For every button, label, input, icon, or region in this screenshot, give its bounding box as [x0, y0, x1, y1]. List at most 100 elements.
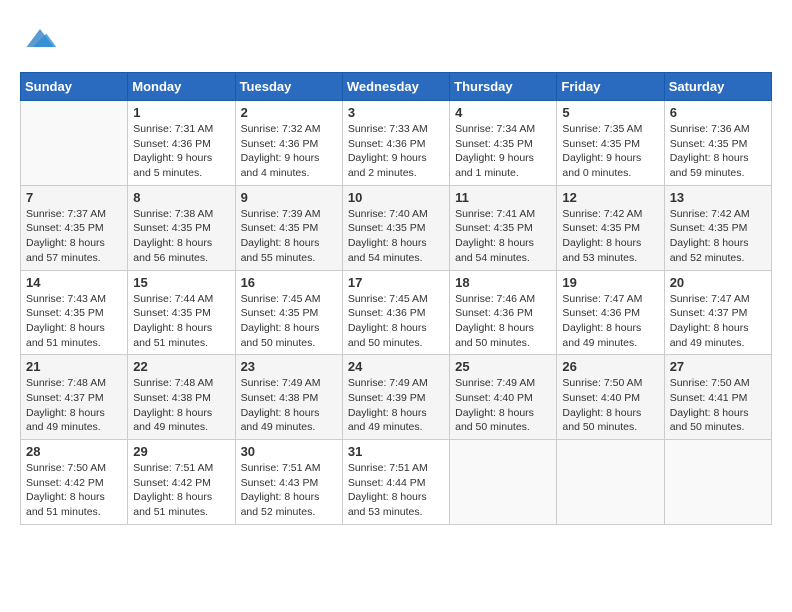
calendar-cell: 4 Sunrise: 7:34 AMSunset: 4:35 PMDaylight…	[450, 101, 557, 186]
calendar-cell: 29 Sunrise: 7:51 AMSunset: 4:42 PMDayligh…	[128, 440, 235, 525]
calendar-cell: 14 Sunrise: 7:43 AMSunset: 4:35 PMDayligh…	[21, 270, 128, 355]
cell-content: Sunrise: 7:40 AMSunset: 4:35 PMDaylight:…	[348, 207, 444, 266]
day-number: 29	[133, 444, 229, 459]
cell-content: Sunrise: 7:45 AMSunset: 4:35 PMDaylight:…	[241, 292, 337, 351]
calendar-cell: 3 Sunrise: 7:33 AMSunset: 4:36 PMDaylight…	[342, 101, 449, 186]
calendar-table: SundayMondayTuesdayWednesdayThursdayFrid…	[20, 72, 772, 525]
day-number: 20	[670, 275, 766, 290]
cell-content: Sunrise: 7:31 AMSunset: 4:36 PMDaylight:…	[133, 122, 229, 181]
cell-content: Sunrise: 7:36 AMSunset: 4:35 PMDaylight:…	[670, 122, 766, 181]
weekday-header-thursday: Thursday	[450, 73, 557, 101]
day-number: 26	[562, 359, 658, 374]
day-number: 4	[455, 105, 551, 120]
day-number: 6	[670, 105, 766, 120]
weekday-header-saturday: Saturday	[664, 73, 771, 101]
weekday-header-friday: Friday	[557, 73, 664, 101]
logo	[20, 20, 58, 56]
calendar-cell: 26 Sunrise: 7:50 AMSunset: 4:40 PMDayligh…	[557, 355, 664, 440]
day-number: 25	[455, 359, 551, 374]
cell-content: Sunrise: 7:47 AMSunset: 4:37 PMDaylight:…	[670, 292, 766, 351]
weekday-header-wednesday: Wednesday	[342, 73, 449, 101]
calendar-cell: 20 Sunrise: 7:47 AMSunset: 4:37 PMDayligh…	[664, 270, 771, 355]
weekday-header-tuesday: Tuesday	[235, 73, 342, 101]
cell-content: Sunrise: 7:33 AMSunset: 4:36 PMDaylight:…	[348, 122, 444, 181]
cell-content: Sunrise: 7:50 AMSunset: 4:40 PMDaylight:…	[562, 376, 658, 435]
day-number: 22	[133, 359, 229, 374]
day-number: 15	[133, 275, 229, 290]
day-number: 14	[26, 275, 122, 290]
cell-content: Sunrise: 7:38 AMSunset: 4:35 PMDaylight:…	[133, 207, 229, 266]
cell-content: Sunrise: 7:32 AMSunset: 4:36 PMDaylight:…	[241, 122, 337, 181]
calendar-cell: 8Sunrise: 7:38 AMSunset: 4:35 PMDaylight…	[128, 185, 235, 270]
calendar-cell: 24 Sunrise: 7:49 AMSunset: 4:39 PMDayligh…	[342, 355, 449, 440]
cell-content: Sunrise: 7:51 AMSunset: 4:42 PMDaylight:…	[133, 461, 229, 520]
calendar-cell: 1 Sunrise: 7:31 AMSunset: 4:36 PMDaylight…	[128, 101, 235, 186]
week-row-3: 14 Sunrise: 7:43 AMSunset: 4:35 PMDayligh…	[21, 270, 772, 355]
calendar-cell: 17 Sunrise: 7:45 AMSunset: 4:36 PMDayligh…	[342, 270, 449, 355]
calendar-cell: 21Sunrise: 7:48 AMSunset: 4:37 PMDayligh…	[21, 355, 128, 440]
cell-content: Sunrise: 7:41 AMSunset: 4:35 PMDaylight:…	[455, 207, 551, 266]
calendar-cell	[21, 101, 128, 186]
day-number: 5	[562, 105, 658, 120]
day-number: 30	[241, 444, 337, 459]
cell-content: Sunrise: 7:39 AMSunset: 4:35 PMDaylight:…	[241, 207, 337, 266]
calendar-cell: 22 Sunrise: 7:48 AMSunset: 4:38 PMDayligh…	[128, 355, 235, 440]
calendar-cell: 31Sunrise: 7:51 AMSunset: 4:44 PMDayligh…	[342, 440, 449, 525]
day-number: 31	[348, 444, 444, 459]
day-number: 18	[455, 275, 551, 290]
day-number: 12	[562, 190, 658, 205]
cell-content: Sunrise: 7:49 AMSunset: 4:39 PMDaylight:…	[348, 376, 444, 435]
day-number: 2	[241, 105, 337, 120]
calendar-cell: 19 Sunrise: 7:47 AMSunset: 4:36 PMDayligh…	[557, 270, 664, 355]
week-row-2: 7 Sunrise: 7:37 AMSunset: 4:35 PMDaylight…	[21, 185, 772, 270]
day-number: 3	[348, 105, 444, 120]
cell-content: Sunrise: 7:47 AMSunset: 4:36 PMDaylight:…	[562, 292, 658, 351]
calendar-cell: 12 Sunrise: 7:42 AMSunset: 4:35 PMDayligh…	[557, 185, 664, 270]
cell-content: Sunrise: 7:48 AMSunset: 4:38 PMDaylight:…	[133, 376, 229, 435]
day-number: 7	[26, 190, 122, 205]
cell-content: Sunrise: 7:44 AMSunset: 4:35 PMDaylight:…	[133, 292, 229, 351]
week-row-1: 1 Sunrise: 7:31 AMSunset: 4:36 PMDaylight…	[21, 101, 772, 186]
calendar-cell: 15 Sunrise: 7:44 AMSunset: 4:35 PMDayligh…	[128, 270, 235, 355]
cell-content: Sunrise: 7:42 AMSunset: 4:35 PMDaylight:…	[562, 207, 658, 266]
calendar-cell: 9 Sunrise: 7:39 AMSunset: 4:35 PMDaylight…	[235, 185, 342, 270]
calendar-cell: 23Sunrise: 7:49 AMSunset: 4:38 PMDayligh…	[235, 355, 342, 440]
calendar-cell: 10 Sunrise: 7:40 AMSunset: 4:35 PMDayligh…	[342, 185, 449, 270]
day-number: 28	[26, 444, 122, 459]
calendar-cell: 25Sunrise: 7:49 AMSunset: 4:40 PMDayligh…	[450, 355, 557, 440]
calendar-cell: 6 Sunrise: 7:36 AMSunset: 4:35 PMDaylight…	[664, 101, 771, 186]
calendar-cell: 7 Sunrise: 7:37 AMSunset: 4:35 PMDaylight…	[21, 185, 128, 270]
day-number: 1	[133, 105, 229, 120]
cell-content: Sunrise: 7:46 AMSunset: 4:36 PMDaylight:…	[455, 292, 551, 351]
calendar-cell: 13Sunrise: 7:42 AMSunset: 4:35 PMDayligh…	[664, 185, 771, 270]
day-number: 10	[348, 190, 444, 205]
cell-content: Sunrise: 7:48 AMSunset: 4:37 PMDaylight:…	[26, 376, 122, 435]
cell-content: Sunrise: 7:49 AMSunset: 4:38 PMDaylight:…	[241, 376, 337, 435]
cell-content: Sunrise: 7:35 AMSunset: 4:35 PMDaylight:…	[562, 122, 658, 181]
logo-icon	[22, 20, 58, 56]
calendar-cell: 28Sunrise: 7:50 AMSunset: 4:42 PMDayligh…	[21, 440, 128, 525]
day-number: 9	[241, 190, 337, 205]
cell-content: Sunrise: 7:43 AMSunset: 4:35 PMDaylight:…	[26, 292, 122, 351]
week-row-4: 21Sunrise: 7:48 AMSunset: 4:37 PMDayligh…	[21, 355, 772, 440]
day-number: 13	[670, 190, 766, 205]
cell-content: Sunrise: 7:45 AMSunset: 4:36 PMDaylight:…	[348, 292, 444, 351]
page-header	[20, 20, 772, 56]
calendar-cell: 18 Sunrise: 7:46 AMSunset: 4:36 PMDayligh…	[450, 270, 557, 355]
day-number: 17	[348, 275, 444, 290]
calendar-cell	[664, 440, 771, 525]
day-number: 19	[562, 275, 658, 290]
weekday-header-row: SundayMondayTuesdayWednesdayThursdayFrid…	[21, 73, 772, 101]
day-number: 27	[670, 359, 766, 374]
cell-content: Sunrise: 7:34 AMSunset: 4:35 PMDaylight:…	[455, 122, 551, 181]
calendar-cell: 27Sunrise: 7:50 AMSunset: 4:41 PMDayligh…	[664, 355, 771, 440]
calendar-cell: 30Sunrise: 7:51 AMSunset: 4:43 PMDayligh…	[235, 440, 342, 525]
week-row-5: 28Sunrise: 7:50 AMSunset: 4:42 PMDayligh…	[21, 440, 772, 525]
weekday-header-sunday: Sunday	[21, 73, 128, 101]
calendar-cell	[450, 440, 557, 525]
cell-content: Sunrise: 7:37 AMSunset: 4:35 PMDaylight:…	[26, 207, 122, 266]
day-number: 11	[455, 190, 551, 205]
calendar-cell: 5 Sunrise: 7:35 AMSunset: 4:35 PMDaylight…	[557, 101, 664, 186]
day-number: 24	[348, 359, 444, 374]
day-number: 16	[241, 275, 337, 290]
